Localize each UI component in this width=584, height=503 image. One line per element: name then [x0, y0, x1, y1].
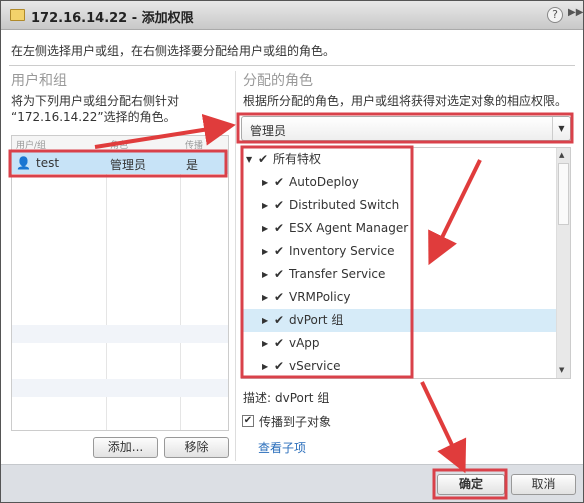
- triangle-right-icon[interactable]: ▶: [262, 286, 268, 309]
- column-propagate[interactable]: 传播: [185, 138, 203, 151]
- divider: [9, 65, 575, 66]
- tree-item[interactable]: ▶ ✔ vApp: [242, 332, 556, 355]
- user-propagate: 是: [186, 158, 199, 172]
- users-table: 用户/组 角色 传播 👤 test 管理员 是: [11, 135, 229, 431]
- dialog-footer: 确定 取消: [1, 464, 583, 502]
- scroll-down-icon[interactable]: ▼: [559, 366, 564, 374]
- description-value: dvPort 组: [275, 391, 330, 405]
- tree-item[interactable]: ▶ ✔ VRMPolicy: [242, 286, 556, 309]
- scrollbar[interactable]: ▲ ▼: [556, 148, 570, 378]
- propagate-label: 传播到子对象: [259, 415, 332, 429]
- triangle-right-icon[interactable]: ▶: [262, 171, 268, 194]
- triangle-right-icon[interactable]: ▶: [262, 332, 268, 355]
- tree-item-label: Inventory Service: [289, 244, 395, 258]
- tree-item[interactable]: ▶ ✔ Distributed Switch: [242, 194, 556, 217]
- tree-item[interactable]: ▶ ✔ dvPort 组: [242, 309, 556, 332]
- tree-item-root[interactable]: ▼ ✔ 所有特权: [242, 148, 556, 171]
- check-icon: ✔: [274, 244, 285, 258]
- users-groups-heading: 用户和组: [11, 73, 67, 89]
- description-label: 描述:: [243, 391, 272, 405]
- scroll-thumb[interactable]: [558, 163, 569, 225]
- check-icon: ✔: [274, 336, 285, 350]
- table-row[interactable]: 👤 test 管理员 是: [12, 152, 228, 174]
- users-desc-line2: “172.16.14.22”选择的角色。: [11, 110, 176, 124]
- tree-item-label: 所有特权: [273, 152, 322, 166]
- propagate-checkbox[interactable]: ✔: [242, 415, 254, 427]
- tree-item[interactable]: ▶ ✔ vService: [242, 355, 556, 378]
- folder-icon: [10, 9, 25, 21]
- tree-item-label: vService: [289, 359, 341, 373]
- column-role[interactable]: 角色: [110, 138, 128, 151]
- check-icon: ✔: [274, 290, 285, 304]
- add-permission-dialog: 172.16.14.22 - 添加权限 ? ▶▶ 在左侧选择用户或组，在右侧选择…: [0, 0, 584, 503]
- divider: [235, 71, 236, 461]
- double-chevron-right-icon[interactable]: ▶▶: [568, 7, 583, 18]
- role-select-value: 管理员: [250, 124, 287, 138]
- tree-item[interactable]: ▶ ✔ Transfer Service: [242, 263, 556, 286]
- role-desc: 根据所分配的角色，用户或组将获得对选定对象的相应权限。: [243, 94, 568, 108]
- triangle-right-icon[interactable]: ▶: [262, 217, 268, 240]
- chevron-down-icon[interactable]: ▼: [552, 117, 570, 140]
- triangle-right-icon[interactable]: ▶: [262, 240, 268, 263]
- check-icon: ✔: [274, 221, 285, 235]
- tree-item[interactable]: ▶ ✔ ESX Agent Manager: [242, 217, 556, 240]
- privilege-tree: ▼ ✔ 所有特权 ▶ ✔ AutoDeploy ▶ ✔ Distributed Switc…: [241, 147, 571, 379]
- cancel-button[interactable]: 取消: [511, 474, 576, 495]
- check-icon: ✔: [274, 359, 285, 373]
- triangle-right-icon[interactable]: ▶: [262, 263, 268, 286]
- triangle-right-icon[interactable]: ▶: [262, 355, 268, 378]
- column-user[interactable]: 用户/组: [16, 138, 46, 151]
- tree-item[interactable]: ▶ ✔ Inventory Service: [242, 240, 556, 263]
- tree-item-label: VRMPolicy: [289, 290, 351, 304]
- scroll-up-icon[interactable]: ▲: [559, 151, 564, 159]
- check-icon: ✔: [258, 152, 269, 166]
- help-icon[interactable]: ?: [547, 7, 563, 23]
- tree-item[interactable]: ▶ ✔ AutoDeploy: [242, 171, 556, 194]
- check-icon: ✔: [274, 313, 285, 327]
- tree-item-label: AutoDeploy: [289, 175, 359, 189]
- users-desc-line1: 将为下列用户或组分配右侧针对: [11, 94, 180, 108]
- check-icon: ✔: [274, 198, 285, 212]
- user-icon: 👤: [16, 156, 31, 170]
- title-bar: 172.16.14.22 - 添加权限 ? ▶▶: [1, 1, 583, 30]
- remove-button[interactable]: 移除: [164, 437, 229, 458]
- user-name: test: [36, 156, 60, 170]
- triangle-right-icon[interactable]: ▶: [262, 309, 268, 332]
- role-select[interactable]: 管理员 ▼: [241, 116, 571, 141]
- tree-item-label: vApp: [289, 336, 320, 350]
- ok-button[interactable]: 确定: [437, 474, 505, 495]
- dialog-title: 172.16.14.22 - 添加权限: [31, 11, 194, 26]
- assigned-role-heading: 分配的角色: [243, 73, 313, 89]
- view-children-link[interactable]: 查看子项: [258, 439, 306, 456]
- tree-item-label: Transfer Service: [289, 267, 386, 281]
- tree-item-label: dvPort 组: [289, 313, 344, 327]
- check-icon: ✔: [274, 175, 285, 189]
- triangle-right-icon[interactable]: ▶: [262, 194, 268, 217]
- user-role: 管理员: [110, 158, 147, 172]
- tree-item-label: ESX Agent Manager: [289, 221, 409, 235]
- triangle-down-icon[interactable]: ▼: [246, 148, 252, 171]
- instructions: 在左侧选择用户或组，在右侧选择要分配给用户或组的角色。: [11, 44, 336, 58]
- check-icon: ✔: [274, 267, 285, 281]
- add-button[interactable]: 添加...: [93, 437, 158, 458]
- tree-item-label: Distributed Switch: [289, 198, 400, 212]
- table-header: 用户/组 角色 传播: [12, 136, 228, 152]
